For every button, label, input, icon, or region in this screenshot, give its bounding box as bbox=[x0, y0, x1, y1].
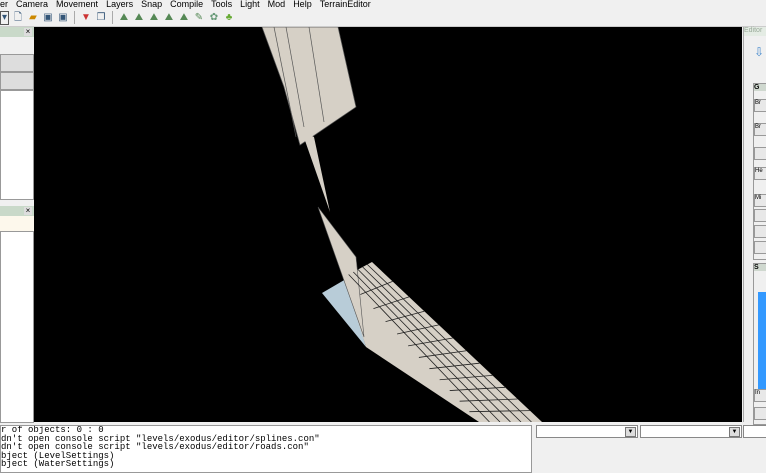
panel-header: × bbox=[0, 206, 34, 216]
panel-row[interactable] bbox=[0, 54, 34, 72]
close-icon[interactable]: × bbox=[24, 207, 32, 215]
menu-tools[interactable]: Tools bbox=[211, 0, 232, 9]
export-icon[interactable]: ▼ bbox=[80, 12, 92, 24]
field-label: Br bbox=[754, 99, 766, 112]
console-line: bject (WaterSettings) bbox=[1, 459, 115, 469]
terrain-tool-4-icon[interactable]: ⛰ bbox=[163, 12, 175, 24]
spike bbox=[302, 132, 330, 212]
terrain-tool-3-icon[interactable]: ⛰ bbox=[148, 12, 160, 24]
menu-camera[interactable]: Camera bbox=[16, 0, 48, 9]
save-all-icon[interactable]: ▣ bbox=[57, 12, 69, 24]
editor-panel: Editor ⇩ G Br Br He Mi S In bbox=[743, 27, 766, 425]
toolbar: ▾ 🗋 ▰ ▣ ▣ ▼ ❐ ⛰ ⛰ ⛰ ⛰ ⛰ ✎ ✿ ♣ bbox=[0, 9, 766, 27]
gear-icon[interactable]: ✿ bbox=[208, 12, 220, 24]
viewport-scene bbox=[261, 26, 542, 423]
wall-spike bbox=[317, 206, 365, 338]
left-panels: × × bbox=[0, 27, 34, 423]
field-label: He bbox=[754, 167, 766, 180]
button[interactable] bbox=[754, 147, 766, 160]
upper-geometry bbox=[261, 26, 357, 146]
terrain-tool-5-icon[interactable]: ⛰ bbox=[178, 12, 190, 24]
road-ribbon bbox=[344, 262, 542, 422]
tree-icon[interactable]: ♣ bbox=[223, 12, 235, 24]
menu-compile[interactable]: Compile bbox=[170, 0, 203, 9]
button[interactable] bbox=[754, 241, 766, 254]
right-input[interactable] bbox=[743, 425, 766, 438]
new-file-icon[interactable]: 🗋 bbox=[12, 12, 24, 24]
field-label: Br bbox=[754, 123, 766, 136]
menu-snap[interactable]: Snap bbox=[141, 0, 162, 9]
menu-terraineditor[interactable]: TerrainEditor bbox=[320, 0, 371, 9]
toolbar-separator bbox=[112, 11, 113, 24]
button[interactable] bbox=[754, 225, 766, 238]
menu-bar: er Camera Movement Layers Snap Compile T… bbox=[0, 0, 766, 9]
field-label: In bbox=[754, 389, 766, 402]
terrain-import-icon[interactable]: ⇩ bbox=[754, 45, 764, 59]
copy-icon[interactable]: ❐ bbox=[95, 12, 107, 24]
button[interactable] bbox=[754, 407, 766, 420]
open-folder-icon[interactable]: ▰ bbox=[27, 12, 39, 24]
terrain-tool-2-icon[interactable]: ⛰ bbox=[133, 12, 145, 24]
menu-movement[interactable]: Movement bbox=[56, 0, 98, 9]
section-title: S bbox=[754, 264, 766, 271]
save-icon[interactable]: ▣ bbox=[42, 12, 54, 24]
menu-mod[interactable]: Mod bbox=[268, 0, 286, 9]
menu-layers[interactable]: Layers bbox=[106, 0, 133, 9]
panel-header: × bbox=[0, 27, 34, 37]
panel-spacer bbox=[0, 37, 34, 54]
chevron-down-icon[interactable]: ▼ bbox=[729, 427, 740, 437]
3d-viewport[interactable] bbox=[34, 26, 742, 423]
toolbar-separator bbox=[74, 11, 75, 24]
panel-row[interactable] bbox=[0, 72, 34, 90]
section-title: G bbox=[754, 84, 766, 91]
selection-list[interactable] bbox=[758, 292, 766, 397]
menu-light[interactable]: Light bbox=[240, 0, 260, 9]
menu-item[interactable]: er bbox=[0, 0, 8, 9]
panel-list[interactable] bbox=[0, 90, 34, 200]
close-icon[interactable]: × bbox=[24, 28, 32, 36]
editor-panel-title: Editor bbox=[744, 27, 766, 36]
button[interactable] bbox=[754, 209, 766, 222]
field-label: Mi bbox=[754, 194, 766, 207]
menu-help[interactable]: Help bbox=[293, 0, 312, 9]
dropdown-icon[interactable]: ▾ bbox=[0, 10, 9, 25]
panel-list[interactable] bbox=[0, 231, 34, 423]
dropdown-1[interactable]: ▼ bbox=[536, 425, 638, 438]
panel-toolbar bbox=[0, 216, 34, 231]
dropdown-2[interactable]: ▼ bbox=[640, 425, 742, 438]
terrain-tool-1-icon[interactable]: ⛰ bbox=[118, 12, 130, 24]
console-output[interactable]: r of objects: 0 : 0 dn't open console scr… bbox=[0, 425, 532, 473]
terrain-paint-icon[interactable]: ✎ bbox=[193, 12, 205, 24]
chevron-down-icon[interactable]: ▼ bbox=[625, 427, 636, 437]
